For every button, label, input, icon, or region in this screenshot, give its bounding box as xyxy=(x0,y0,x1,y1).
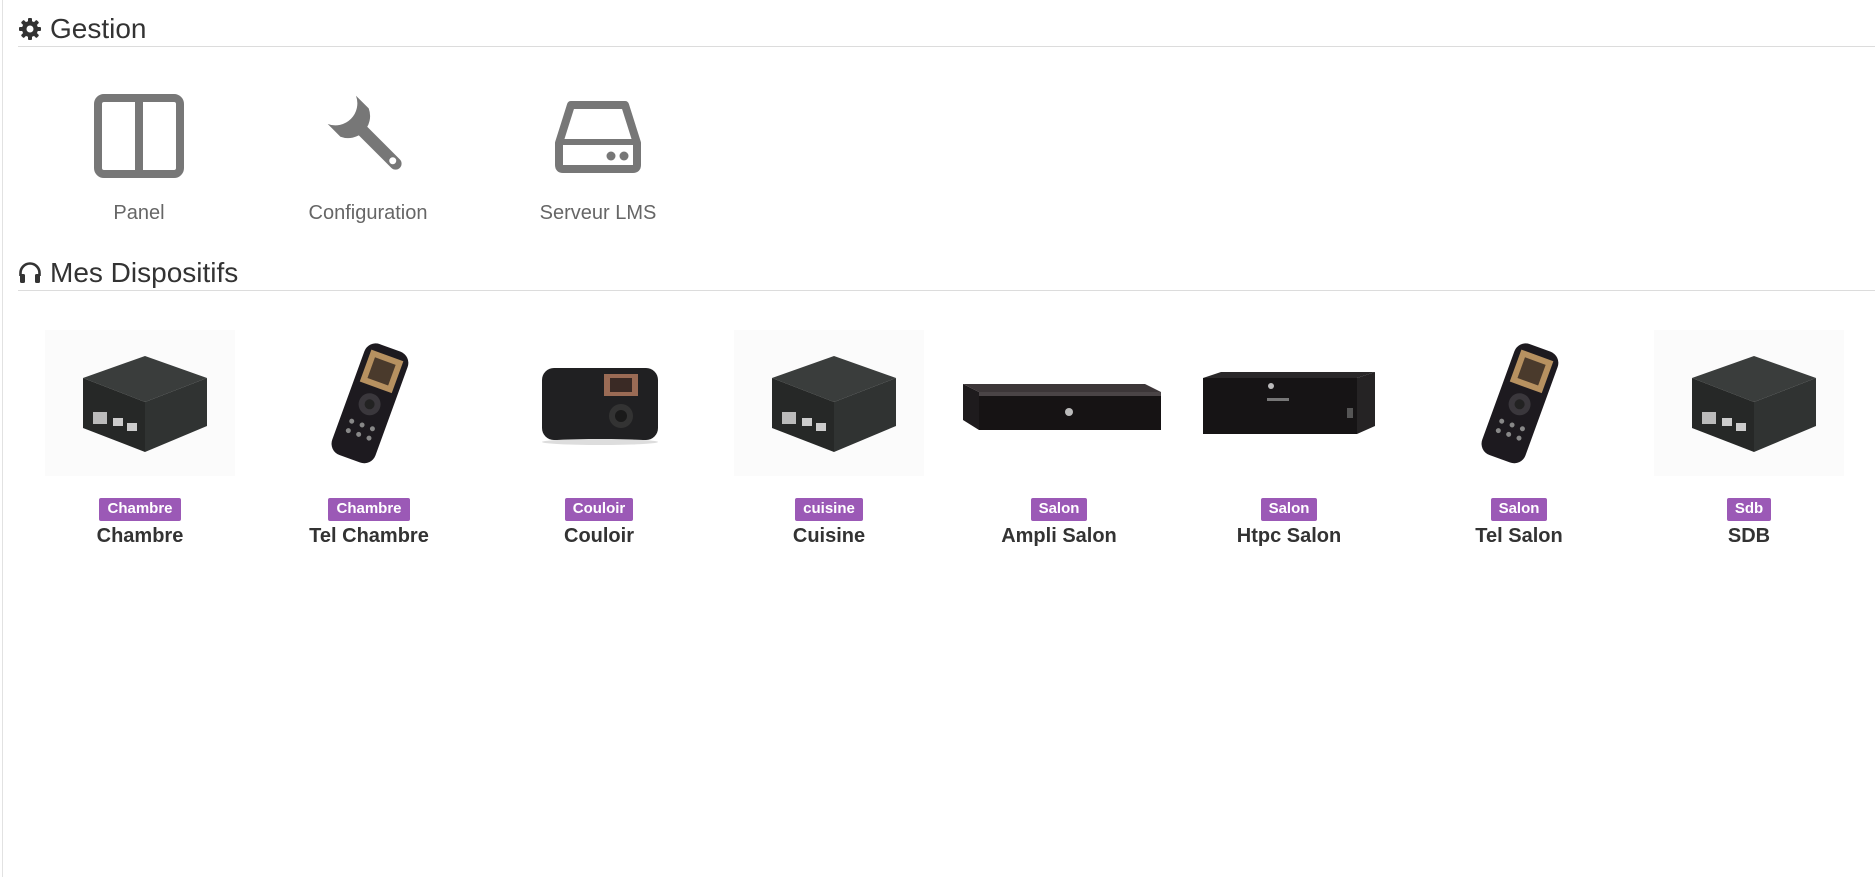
device-card-chambre[interactable]: Chambre Chambre xyxy=(40,330,240,548)
gear-icon xyxy=(18,17,42,41)
device-name: Couloir xyxy=(564,525,634,547)
configuration-label: Configuration xyxy=(308,202,428,224)
device-card-tel-chambre[interactable]: Chambre Tel Chambre xyxy=(269,330,469,548)
amplifier-box-image xyxy=(949,330,1169,476)
wrench-icon xyxy=(320,88,416,184)
panel-button[interactable]: Panel xyxy=(49,88,229,225)
hdd-drive-icon xyxy=(550,88,646,184)
headphones-icon xyxy=(18,261,42,285)
device-card-htpc-salon[interactable]: Salon Htpc Salon xyxy=(1189,330,1389,548)
device-card-tel-salon[interactable]: Salon Tel Salon xyxy=(1419,330,1619,548)
htpc-case-image xyxy=(1194,330,1384,476)
device-name: Htpc Salon xyxy=(1236,525,1342,547)
room-badge: Sdb xyxy=(1726,498,1772,521)
device-name: Ampli Salon xyxy=(1001,525,1117,547)
page-left-border xyxy=(2,0,3,877)
dispositifs-section-header: Mes Dispositifs xyxy=(18,256,1875,291)
configuration-button[interactable]: Configuration xyxy=(278,88,458,225)
squeezebox-remote-image xyxy=(1424,330,1614,476)
section-title: Gestion xyxy=(50,13,147,44)
room-badge: Couloir xyxy=(564,498,634,521)
device-card-ampli-salon[interactable]: Salon Ampli Salon xyxy=(959,330,1161,548)
raspberry-pi-case-image xyxy=(1654,330,1844,476)
device-name: Chambre xyxy=(96,525,184,547)
panel-columns-icon xyxy=(91,88,187,184)
serveur-lms-label: Serveur LMS xyxy=(539,202,657,224)
room-badge: cuisine xyxy=(795,498,863,521)
device-card-couloir[interactable]: Couloir Couloir xyxy=(499,330,699,548)
room-badge: Salon xyxy=(1260,498,1318,521)
serveur-lms-button[interactable]: Serveur LMS xyxy=(508,88,688,225)
device-card-cuisine[interactable]: cuisine Cuisine xyxy=(729,330,929,548)
raspberry-pi-case-image xyxy=(734,330,924,476)
gestion-section-header: Gestion xyxy=(18,12,1875,47)
room-badge: Chambre xyxy=(328,498,410,521)
squeezebox-remote-image xyxy=(274,330,464,476)
room-badge: Chambre xyxy=(99,498,181,521)
raspberry-pi-case-image xyxy=(45,330,235,476)
device-card-sdb[interactable]: Sdb SDB xyxy=(1649,330,1849,548)
device-name: SDB xyxy=(1727,525,1771,547)
device-name: Tel Chambre xyxy=(309,525,429,547)
room-badge: Salon xyxy=(1490,498,1548,521)
room-badge: Salon xyxy=(1030,498,1088,521)
squeezebox-radio-image xyxy=(504,330,694,476)
device-name: Tel Salon xyxy=(1475,525,1563,547)
panel-label: Panel xyxy=(113,202,165,224)
device-name: Cuisine xyxy=(792,525,866,547)
section-title: Mes Dispositifs xyxy=(50,257,239,288)
